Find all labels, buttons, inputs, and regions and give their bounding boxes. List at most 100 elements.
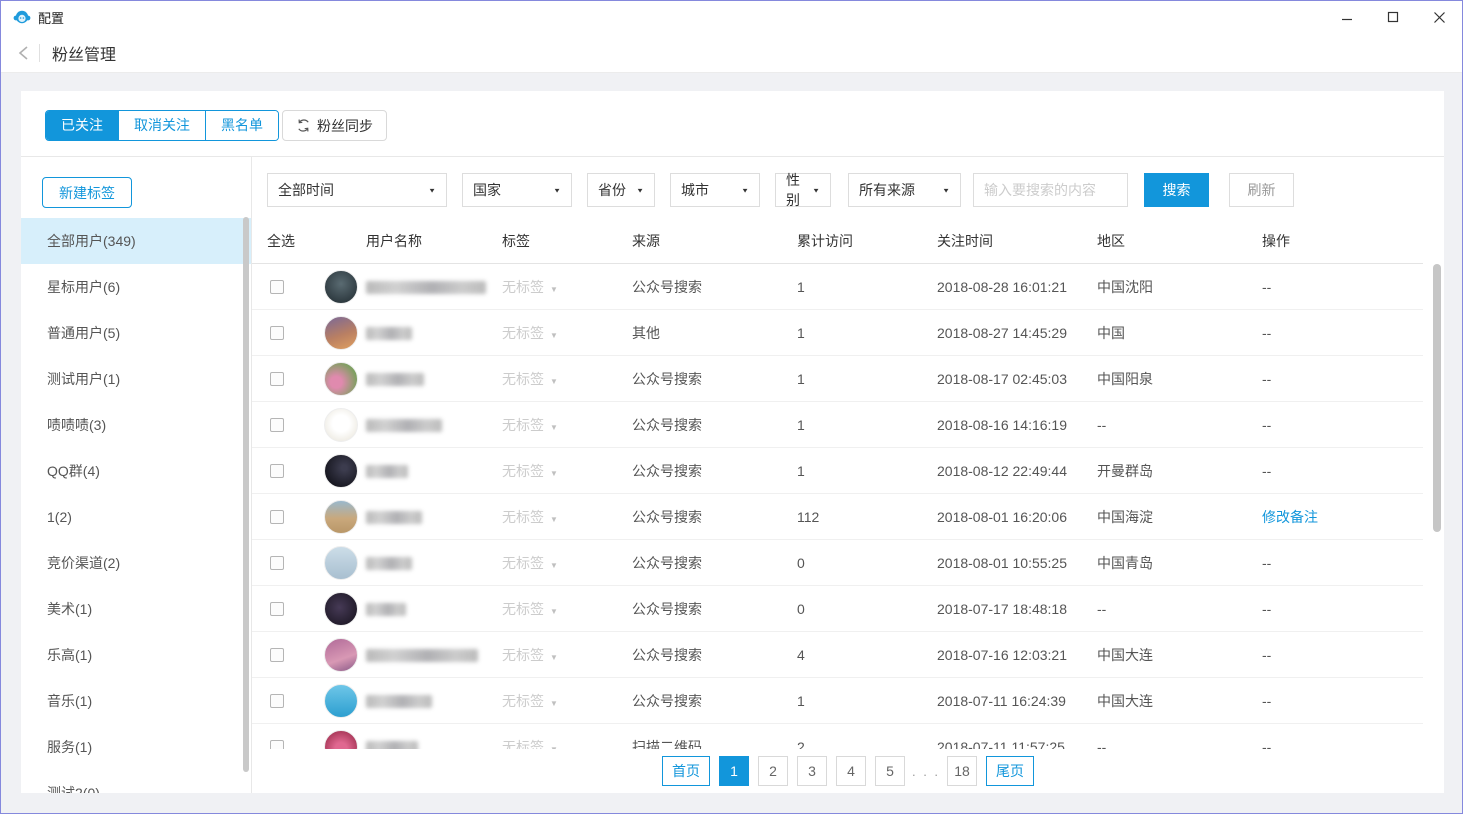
- visits-cell: 0: [797, 540, 805, 586]
- sidebar-item[interactable]: 竞价渠道(2): [21, 540, 251, 586]
- row-checkbox[interactable]: [270, 372, 284, 386]
- sidebar-item[interactable]: 全部用户(349): [21, 218, 251, 264]
- row-checkbox[interactable]: [270, 418, 284, 432]
- caret-down-icon: ▼: [550, 653, 558, 662]
- row-checkbox[interactable]: [270, 556, 284, 570]
- username-redacted: [366, 419, 442, 432]
- close-button[interactable]: [1416, 1, 1462, 33]
- caret-down-icon: ▼: [636, 186, 644, 193]
- tab-blacklist[interactable]: 黑名单: [206, 111, 278, 140]
- column-header: 用户名称: [366, 219, 422, 264]
- visits-cell: 1: [797, 356, 805, 402]
- source-cell: 公众号搜索: [632, 448, 702, 494]
- header-divider: [39, 44, 40, 62]
- row-checkbox[interactable]: [270, 648, 284, 662]
- visits-cell: 1: [797, 402, 805, 448]
- sidebar-item[interactable]: 美术(1): [21, 586, 251, 632]
- sidebar-item[interactable]: 乐高(1): [21, 632, 251, 678]
- filter-gender-select[interactable]: 性别▼: [775, 173, 831, 207]
- tag-dropdown[interactable]: 无标签▼: [502, 310, 558, 359]
- edit-remark-link[interactable]: 修改备注: [1262, 494, 1318, 540]
- tag-dropdown[interactable]: 无标签▼: [502, 540, 558, 589]
- avatar: [324, 684, 358, 718]
- sidebar: 新建标签 全部用户(349)星标用户(6)普通用户(5)测试用户(1)啧啧啧(3…: [21, 157, 251, 793]
- pagination-page[interactable]: 3: [797, 756, 827, 786]
- main-panel: 全部时间▼ 国家▼ 省份▼ 城市▼ 性别▼ 所有来源▼ 搜索 刷新 全选 用户名…: [251, 157, 1444, 793]
- tab-unfollowed[interactable]: 取消关注: [119, 111, 206, 140]
- tab-followed[interactable]: 已关注: [46, 111, 119, 140]
- caret-down-icon: ▼: [550, 561, 558, 570]
- app-window: 配置 粉丝管理 已关注取消关注黑名单: [0, 0, 1463, 814]
- source-cell: 公众号搜索: [632, 402, 702, 448]
- column-header: 关注时间: [937, 219, 993, 264]
- filter-time-select[interactable]: 全部时间▼: [267, 173, 447, 207]
- search-input[interactable]: [973, 173, 1128, 207]
- row-checkbox[interactable]: [270, 694, 284, 708]
- pagination-page[interactable]: 1: [719, 756, 749, 786]
- row-checkbox[interactable]: [270, 510, 284, 524]
- username-redacted: [366, 695, 432, 708]
- sidebar-item[interactable]: 啧啧啧(3): [21, 402, 251, 448]
- sidebar-item[interactable]: 服务(1): [21, 724, 251, 770]
- username-redacted: [366, 603, 406, 616]
- pagination-page[interactable]: 2: [758, 756, 788, 786]
- visits-cell: 1: [797, 310, 805, 356]
- follow-time-cell: 2018-08-28 16:01:21: [937, 264, 1067, 310]
- source-cell: 公众号搜索: [632, 678, 702, 724]
- filter-country-select[interactable]: 国家▼: [462, 173, 572, 207]
- tag-dropdown[interactable]: 无标签▼: [502, 356, 558, 405]
- refresh-button[interactable]: 刷新: [1229, 173, 1294, 207]
- pagination-last[interactable]: 尾页: [986, 756, 1034, 786]
- sidebar-item[interactable]: QQ群(4): [21, 448, 251, 494]
- caret-down-icon: ▼: [550, 469, 558, 478]
- new-tag-button[interactable]: 新建标签: [42, 177, 132, 208]
- back-button[interactable]: [13, 43, 33, 63]
- table-row: 无标签▼公众号搜索12018-08-28 16:01:21中国沈阳--: [252, 264, 1423, 310]
- action-cell: --: [1262, 264, 1271, 310]
- minimize-button[interactable]: [1324, 1, 1370, 33]
- sidebar-item[interactable]: 1(2): [21, 494, 251, 540]
- row-checkbox[interactable]: [270, 326, 284, 340]
- follow-time-cell: 2018-07-17 18:48:18: [937, 586, 1067, 632]
- caret-down-icon: ▼: [741, 186, 749, 193]
- search-button[interactable]: 搜索: [1144, 173, 1209, 207]
- pagination-page[interactable]: 5: [875, 756, 905, 786]
- pagination-page[interactable]: 18: [947, 756, 977, 786]
- maximize-button[interactable]: [1370, 1, 1416, 33]
- tag-dropdown[interactable]: 无标签 ▼: [502, 402, 558, 451]
- caret-down-icon: ▼: [550, 377, 558, 386]
- avatar: [324, 316, 358, 350]
- fans-sync-button[interactable]: 粉丝同步: [282, 110, 387, 141]
- tag-label: 无标签: [502, 417, 544, 433]
- filter-city-select[interactable]: 城市▼: [670, 173, 760, 207]
- tag-dropdown[interactable]: 无标签▼: [502, 586, 558, 635]
- filter-source-select[interactable]: 所有来源▼: [848, 173, 961, 207]
- sidebar-item[interactable]: 测试用户(1): [21, 356, 251, 402]
- tag-label: 无标签: [502, 601, 544, 617]
- select-all-link[interactable]: 全选: [267, 219, 295, 264]
- avatar: [324, 546, 358, 580]
- sidebar-item[interactable]: 星标用户(6): [21, 264, 251, 310]
- tag-dropdown[interactable]: 无标签▼: [502, 494, 558, 543]
- action-cell: --: [1262, 402, 1271, 448]
- pagination-page[interactable]: 4: [836, 756, 866, 786]
- sidebar-item[interactable]: 测试2(0): [21, 770, 251, 793]
- visits-cell: 1: [797, 678, 805, 724]
- caret-down-icon: ▼: [550, 515, 558, 524]
- tag-dropdown[interactable]: 无标签▼: [502, 632, 558, 681]
- sidebar-item[interactable]: 音乐(1): [21, 678, 251, 724]
- sidebar-scrollbar[interactable]: [243, 217, 249, 772]
- filter-province-select[interactable]: 省份▼: [587, 173, 655, 207]
- tag-dropdown[interactable]: 无标签▼: [502, 448, 558, 497]
- pagination-first[interactable]: 首页: [662, 756, 710, 786]
- caret-down-icon: ▼: [550, 423, 558, 432]
- sidebar-item[interactable]: 普通用户(5): [21, 310, 251, 356]
- table-scrollbar[interactable]: [1433, 264, 1441, 532]
- tag-dropdown[interactable]: 无标签▼: [502, 264, 558, 313]
- row-checkbox[interactable]: [270, 464, 284, 478]
- username-redacted: [366, 281, 486, 294]
- visits-cell: 1: [797, 264, 805, 310]
- tag-dropdown[interactable]: 无标签▼: [502, 678, 558, 727]
- row-checkbox[interactable]: [270, 602, 284, 616]
- row-checkbox[interactable]: [270, 280, 284, 294]
